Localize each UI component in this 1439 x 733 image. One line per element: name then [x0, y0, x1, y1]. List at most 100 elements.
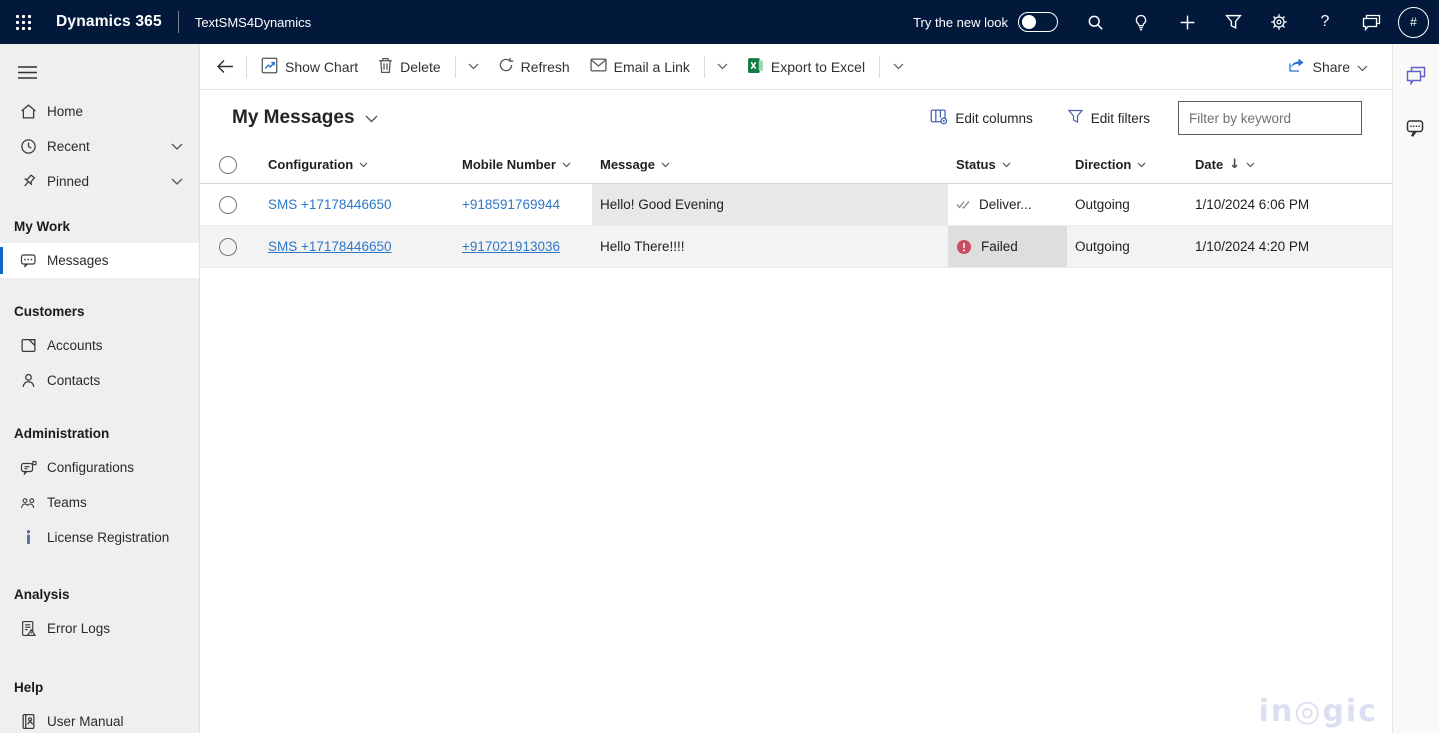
- column-header-mobile-number[interactable]: Mobile Number: [454, 146, 592, 183]
- messages-grid: Configuration Mobile Number Message Stat…: [200, 146, 1392, 733]
- status-text: Failed: [981, 239, 1018, 254]
- clock-icon: [20, 138, 37, 155]
- chevron-down-icon: [1246, 162, 1255, 168]
- search-icon[interactable]: [1072, 0, 1118, 44]
- accounts-icon: [20, 337, 37, 354]
- mobile-number-link[interactable]: +918591769944: [462, 197, 560, 212]
- view-selector[interactable]: My Messages: [232, 107, 378, 129]
- configuration-link[interactable]: SMS +17178446650: [268, 197, 391, 212]
- chevron-down-icon[interactable]: [171, 143, 183, 150]
- new-look-toggle[interactable]: [1018, 12, 1058, 32]
- email-icon: [590, 58, 607, 75]
- copilot-chat-icon[interactable]: [1402, 62, 1431, 89]
- environment-name[interactable]: TextSMS4Dynamics: [195, 15, 311, 30]
- sidebar-item-contacts[interactable]: Contacts: [0, 363, 199, 398]
- column-header-date[interactable]: Date ↓: [1187, 146, 1365, 183]
- failed-error-icon: [956, 239, 972, 255]
- sidebar-section-my-work: My Work: [14, 218, 71, 234]
- message-cell[interactable]: Hello! Good Evening: [592, 184, 948, 225]
- sidebar-item-accounts[interactable]: Accounts: [0, 328, 199, 363]
- direction-cell[interactable]: Outgoing: [1067, 226, 1187, 267]
- page-title: My Messages: [232, 107, 355, 128]
- export-to-excel-button[interactable]: Export to Excel: [737, 50, 875, 84]
- column-header-message[interactable]: Message: [592, 146, 948, 183]
- status-text: Deliver...: [979, 197, 1032, 212]
- edit-filters-button[interactable]: Edit filters: [1057, 101, 1160, 135]
- sidebar-item-label: Contacts: [47, 373, 101, 388]
- back-button[interactable]: [208, 50, 242, 84]
- chevron-down-icon: [661, 162, 670, 168]
- sidebar-item-home[interactable]: Home: [0, 94, 199, 129]
- select-all-checkbox[interactable]: [219, 155, 237, 174]
- chevron-down-icon: [562, 162, 571, 168]
- grid-header-row: Configuration Mobile Number Message Stat…: [200, 146, 1392, 184]
- mobile-number-link[interactable]: +917021913036: [462, 239, 560, 254]
- plus-icon[interactable]: [1164, 0, 1210, 44]
- status-cell[interactable]: Deliver...: [948, 184, 1067, 225]
- sidebar-item-configurations[interactable]: Configurations: [0, 450, 199, 485]
- right-tool-rail: [1392, 44, 1439, 733]
- teams-icon: [20, 494, 37, 511]
- show-chart-button[interactable]: Show Chart: [251, 50, 368, 84]
- topbar-divider: [177, 11, 179, 33]
- status-cell[interactable]: Failed: [948, 226, 1067, 267]
- delete-button[interactable]: Delete: [368, 50, 450, 84]
- sidebar-item-teams[interactable]: Teams: [0, 485, 199, 520]
- excel-dropdown-chevron-icon[interactable]: [884, 50, 912, 84]
- sidebar-item-pinned[interactable]: Pinned: [0, 164, 199, 199]
- refresh-button[interactable]: Refresh: [488, 50, 580, 84]
- sidebar-item-label: Messages: [47, 253, 109, 268]
- sidebar-item-recent[interactable]: Recent: [0, 129, 199, 164]
- user-manual-icon: [20, 713, 37, 730]
- configuration-link[interactable]: SMS +17178446650: [268, 239, 391, 254]
- direction-cell[interactable]: Outgoing: [1067, 184, 1187, 225]
- comments-chat-icon[interactable]: [1402, 115, 1431, 142]
- column-header-configuration[interactable]: Configuration: [260, 146, 454, 183]
- sidebar-item-messages[interactable]: Messages: [0, 243, 199, 278]
- edit-columns-button[interactable]: Edit columns: [920, 101, 1042, 135]
- delete-dropdown-chevron-icon[interactable]: [460, 50, 488, 84]
- gear-icon[interactable]: [1256, 0, 1302, 44]
- email-a-link-button[interactable]: Email a Link: [580, 50, 700, 84]
- share-button[interactable]: Share: [1278, 50, 1378, 84]
- chevron-down-icon: [359, 162, 368, 168]
- sidebar-item-user-manual[interactable]: User Manual: [0, 704, 199, 733]
- sidebar-item-label: Configurations: [47, 460, 135, 475]
- filter-by-keyword-input[interactable]: [1178, 101, 1362, 135]
- command-separator: [454, 55, 456, 78]
- site-map-sidebar: Home Recent Pinned My Work Messages Cust…: [0, 44, 200, 733]
- hamburger-menu-icon[interactable]: [10, 56, 44, 88]
- sidebar-item-label: Teams: [47, 495, 87, 510]
- table-row[interactable]: SMS +17178446650 +918591769944 Hello! Go…: [200, 184, 1392, 226]
- table-row[interactable]: SMS +17178446650 +917021913036 Hello The…: [200, 226, 1392, 268]
- row-checkbox[interactable]: [219, 237, 237, 256]
- view-chevron-icon: [365, 111, 378, 126]
- email-dropdown-chevron-icon[interactable]: [709, 50, 737, 84]
- account-avatar[interactable]: #: [1398, 6, 1429, 38]
- pin-icon: [20, 173, 37, 190]
- column-header-direction[interactable]: Direction: [1067, 146, 1187, 183]
- configuration-icon: [20, 459, 37, 476]
- sidebar-item-license-registration[interactable]: License Registration: [0, 520, 199, 555]
- message-cell[interactable]: Hello There!!!!: [592, 226, 948, 267]
- chevron-down-icon[interactable]: [171, 178, 183, 185]
- date-cell[interactable]: 1/10/2024 4:20 PM: [1187, 226, 1365, 267]
- feedback-chat-icon[interactable]: [1348, 0, 1394, 44]
- column-header-status[interactable]: Status: [948, 146, 1067, 183]
- waffle-menu-icon[interactable]: [6, 5, 40, 39]
- row-checkbox[interactable]: [219, 195, 237, 214]
- license-icon: [20, 529, 37, 546]
- view-header: My Messages Edit columns Edit filters: [200, 90, 1392, 146]
- toggle-knob: [1022, 15, 1036, 29]
- try-new-look-label: Try the new look: [913, 14, 1008, 30]
- lightbulb-icon[interactable]: [1118, 0, 1164, 44]
- chevron-down-icon: [1002, 162, 1011, 168]
- sidebar-item-label: User Manual: [47, 714, 124, 729]
- help-icon[interactable]: ?: [1302, 0, 1348, 44]
- chevron-down-icon: [1137, 162, 1146, 168]
- date-cell[interactable]: 1/10/2024 6:06 PM: [1187, 184, 1365, 225]
- sidebar-item-error-logs[interactable]: Error Logs: [0, 611, 199, 646]
- app-title[interactable]: Dynamics 365: [56, 13, 162, 31]
- filter-icon[interactable]: [1210, 0, 1256, 44]
- command-separator: [246, 55, 247, 78]
